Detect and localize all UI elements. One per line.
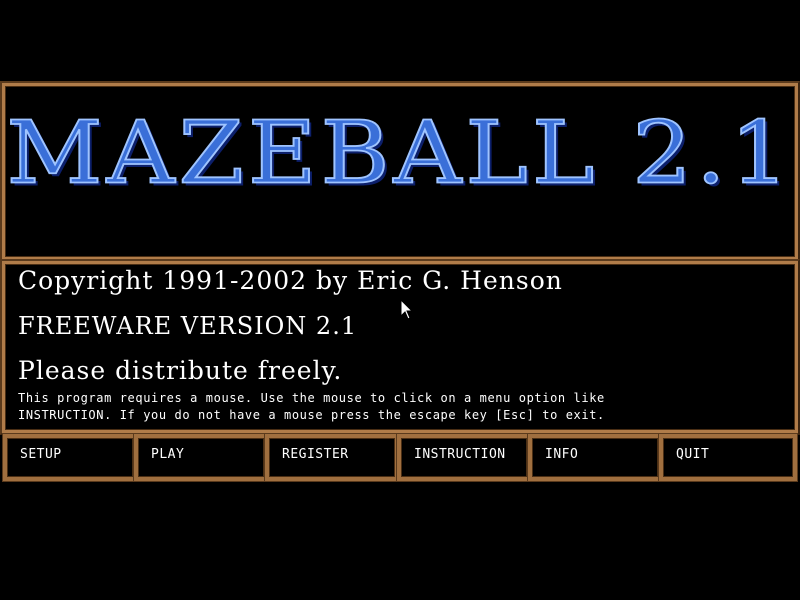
info-button-label: INFO <box>545 447 579 462</box>
mouse-pointer-icon <box>400 299 414 320</box>
play-button-label: PLAY <box>151 447 185 462</box>
info-button[interactable]: INFO <box>527 433 663 482</box>
instruction-button-label: INSTRUCTION <box>414 447 506 462</box>
instructions-text-line-2: INSTRUCTION. If you do not have a mouse … <box>18 408 605 422</box>
instructions-text-line-1: This program requires a mouse. Use the m… <box>18 391 605 405</box>
play-button[interactable]: PLAY <box>133 433 269 482</box>
register-button-label: REGISTER <box>282 447 349 462</box>
setup-button[interactable]: SETUP <box>2 433 138 482</box>
copyright-text: Copyright 1991-2002 by Eric G. Henson <box>18 266 563 295</box>
instruction-button[interactable]: INSTRUCTION <box>396 433 532 482</box>
game-title: MAZEBALL 2.1 <box>5 103 794 204</box>
freeware-version-text: FREEWARE VERSION 2.1 <box>18 312 358 340</box>
setup-button-label: SETUP <box>20 447 62 462</box>
quit-button[interactable]: QUIT <box>658 433 798 482</box>
quit-button-label: QUIT <box>676 447 710 462</box>
register-button[interactable]: REGISTER <box>264 433 400 482</box>
distribute-text: Please distribute freely. <box>18 356 343 385</box>
